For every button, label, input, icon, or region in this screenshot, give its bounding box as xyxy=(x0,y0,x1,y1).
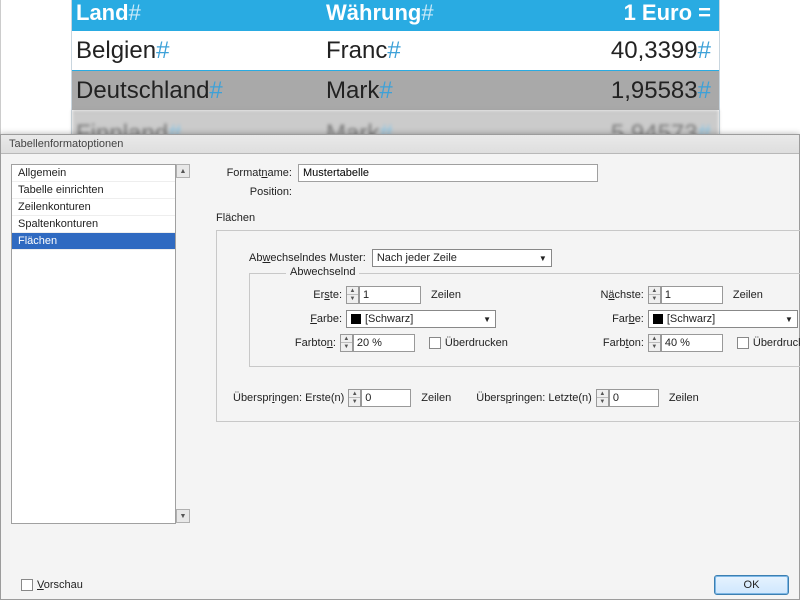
sidebar-item-tabelle-einrichten[interactable]: Tabelle einrichten xyxy=(12,182,175,199)
section-title: Flächen xyxy=(216,212,800,224)
table-row: Belgien# Franc# 40,3399# xyxy=(72,30,719,70)
farbton-left-label: Farbton: xyxy=(256,337,336,349)
farbe-right-label: Farbe: xyxy=(558,313,644,325)
table-header-row: Land# Währung# 1 Euro = xyxy=(72,0,719,30)
formatname-input[interactable] xyxy=(298,164,598,182)
ueberdrucken-left-checkbox[interactable]: Überdrucken xyxy=(429,337,508,349)
main-panel: Formatname: Position: Flächen Abwechseln… xyxy=(176,164,800,568)
preview-checkbox[interactable]: Vorschau xyxy=(21,579,83,591)
erste-label: Erste: xyxy=(256,289,342,301)
skip-first-label: Überspringen: Erste(n) xyxy=(233,392,344,404)
sidebar-item-zeilenkonturen[interactable]: Zeilenkonturen xyxy=(12,199,175,216)
chevron-down-icon: ▼ xyxy=(539,254,547,263)
skip-last-label: Überspringen: Letzte(n) xyxy=(476,392,592,404)
naechste-label: Nächste: xyxy=(558,289,644,301)
dialog-title: Tabellenformatoptionen xyxy=(1,135,799,154)
table-row: Deutschland# Mark# 1,95583# xyxy=(72,70,719,110)
category-sidebar[interactable]: Allgemein Tabelle einrichten Zeilenkontu… xyxy=(11,164,176,524)
farbton-right-spinner[interactable]: ▲▼ 40 % xyxy=(648,334,723,352)
ueberdrucken-right-checkbox[interactable]: Überdruck xyxy=(737,337,800,349)
pattern-label: Abwechselndes Muster: xyxy=(249,252,372,264)
farbe-right-select[interactable]: [Schwarz]▼ xyxy=(648,310,798,328)
farbton-right-label: Farbton: xyxy=(558,337,644,349)
table-format-options-dialog: Tabellenformatoptionen Allgemein Tabelle… xyxy=(0,134,800,600)
sidebar-item-flaechen[interactable]: Flächen xyxy=(12,233,175,250)
background-document: Land# Währung# 1 Euro = Belgien# Franc# … xyxy=(0,0,800,155)
farbe-left-select[interactable]: [Schwarz]▼ xyxy=(346,310,496,328)
sidebar-item-allgemein[interactable]: Allgemein xyxy=(12,165,175,182)
farbe-left-label: Farbe: xyxy=(256,313,342,325)
pattern-select[interactable]: Nach jeder Zeile▼ xyxy=(372,249,552,267)
pattern-fieldset: Abwechselndes Muster: Nach jeder Zeile▼ … xyxy=(216,230,800,422)
erste-spinner[interactable]: ▲▼ 1 xyxy=(346,286,421,304)
position-label: Position: xyxy=(216,186,298,198)
farbton-left-spinner[interactable]: ▲▼ 20 % xyxy=(340,334,415,352)
skip-last-spinner[interactable]: ▲▼ 0 xyxy=(596,389,659,407)
skip-first-spinner[interactable]: ▲▼ 0 xyxy=(348,389,411,407)
naechste-spinner[interactable]: ▲▼ 1 xyxy=(648,286,723,304)
ok-button[interactable]: OK xyxy=(714,575,789,595)
sidebar-item-spaltenkonturen[interactable]: Spaltenkonturen xyxy=(12,216,175,233)
formatname-label: Formatname: xyxy=(216,167,298,179)
abwechselnd-label: Abwechselnd xyxy=(286,266,359,278)
